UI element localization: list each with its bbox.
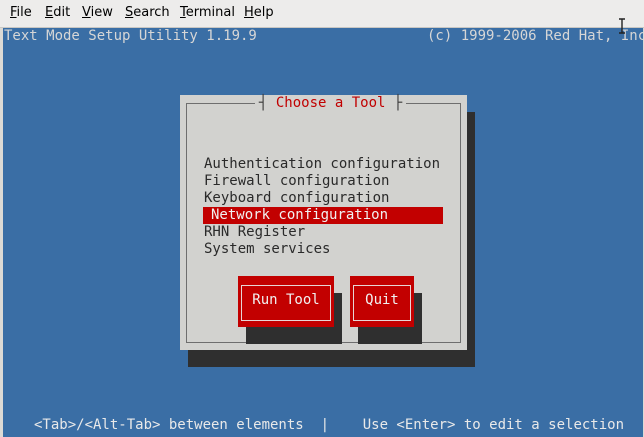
menu-terminal[interactable]: Terminal [180, 5, 235, 20]
menu-bar: File Edit View Search Terminal Help [0, 0, 644, 28]
tool-item-keyboard[interactable]: Keyboard configuration [204, 190, 389, 207]
choose-tool-dialog: ┤ Choose a Tool ├ Authentication configu… [180, 95, 467, 350]
menu-help[interactable]: Help [244, 5, 274, 20]
header-title: Text Mode Setup Utility 1.19.9 [4, 28, 257, 44]
menu-edit[interactable]: Edit [45, 5, 70, 20]
dialog-title: ┤ Choose a Tool ├ [255, 95, 407, 112]
run-tool-button[interactable]: Run Tool [238, 276, 334, 327]
tool-item-rhn-register[interactable]: RHN Register [204, 224, 305, 241]
tool-item-firewall[interactable]: Firewall configuration [204, 173, 389, 190]
menu-search[interactable]: Search [125, 5, 170, 20]
terminal-screen[interactable]: Text Mode Setup Utility 1.19.9 (c) 1999-… [3, 28, 643, 437]
menu-file[interactable]: File [10, 5, 32, 20]
tool-item-authentication[interactable]: Authentication configuration [204, 156, 440, 173]
header-copyright: (c) 1999-2006 Red Hat, Inc. [427, 28, 643, 44]
help-line: <Tab>/<Alt-Tab> between elements | Use <… [34, 417, 625, 433]
tool-item-network[interactable]: Network configuration [203, 207, 443, 224]
quit-button[interactable]: Quit [350, 276, 414, 327]
tool-item-system-services[interactable]: System services [204, 241, 330, 258]
i-beam-cursor-icon [619, 18, 625, 34]
quit-button-label: Quit [353, 285, 411, 321]
menu-view[interactable]: View [82, 5, 113, 20]
run-tool-button-label: Run Tool [241, 285, 331, 321]
